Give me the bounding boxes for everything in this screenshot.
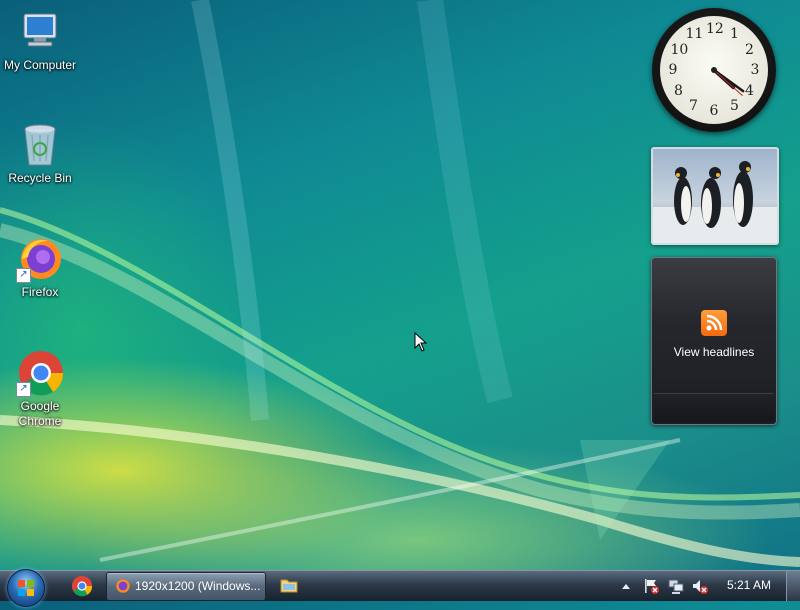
shortcut-arrow-icon: ↗ — [16, 382, 31, 397]
chevron-up-icon — [622, 584, 630, 589]
clock-number: 11 — [685, 26, 704, 43]
clock-center-pin — [711, 67, 717, 73]
clock-number: 12 — [706, 21, 724, 37]
clock-number: 6 — [709, 103, 719, 119]
chrome-icon — [71, 575, 93, 597]
network-tray-icon[interactable] — [667, 577, 685, 595]
view-headlines-link[interactable]: View headlines — [652, 345, 776, 359]
clock-number: 3 — [750, 62, 760, 78]
desktop-icon-label: Google Chrome — [18, 399, 62, 428]
desktop-icon-my-computer[interactable]: My Computer — [0, 8, 82, 73]
penguins-photo — [653, 161, 777, 243]
rss-icon — [701, 310, 727, 336]
clock-number: 5 — [730, 97, 739, 114]
desktop-icon-firefox[interactable]: ↗ Firefox — [0, 235, 82, 300]
clock-minute-hand — [712, 68, 745, 93]
desktop-icon-label: Firefox — [21, 285, 59, 299]
clock-gadget[interactable]: 12 1 2 3 4 5 6 7 8 9 10 11 — [652, 8, 776, 132]
clock-number: 4 — [745, 82, 754, 99]
clock-number: 1 — [730, 26, 739, 43]
taskbar-button-firefox[interactable]: 1920x1200 (Windows... — [106, 572, 266, 601]
taskbar: 1920x1200 (Windows... 5:21 AM — [0, 569, 800, 607]
recycle-bin-icon — [16, 121, 64, 169]
show-desktop-button[interactable] — [786, 571, 800, 601]
quick-launch-chrome[interactable] — [71, 575, 93, 597]
desktop-icon-recycle-bin[interactable]: Recycle Bin — [0, 121, 82, 186]
action-center-tray-icon[interactable] — [642, 577, 660, 595]
clock-number: 8 — [674, 82, 683, 99]
feed-gadget-footer — [654, 393, 774, 422]
volume-tray-icon[interactable] — [691, 577, 709, 595]
firefox-icon: ↗ — [16, 235, 64, 283]
computer-icon — [16, 8, 64, 56]
start-orb-icon — [18, 580, 34, 596]
chrome-icon: ↗ — [16, 349, 64, 397]
firefox-icon — [116, 579, 130, 593]
clock-number: 2 — [745, 41, 754, 58]
show-hidden-icons-button[interactable] — [618, 578, 636, 596]
mouse-cursor-icon — [414, 332, 428, 352]
desktop-icon-google-chrome[interactable]: ↗ Google Chrome — [0, 349, 82, 429]
start-button[interactable] — [7, 569, 45, 607]
network-icon — [668, 579, 684, 594]
clock-number: 7 — [689, 97, 698, 114]
shortcut-arrow-icon: ↗ — [16, 268, 31, 283]
clock-number: 10 — [670, 41, 689, 58]
folder-icon — [280, 579, 298, 593]
action-center-flag-icon — [645, 579, 659, 594]
feed-headlines-gadget[interactable]: View headlines — [651, 257, 777, 425]
clock-second-hand — [713, 69, 743, 96]
taskbar-button-label: 1920x1200 (Windows... — [135, 579, 261, 593]
desktop-icon-label: My Computer — [3, 58, 77, 72]
clock-face: 12 1 2 3 4 5 6 7 8 9 10 11 — [660, 16, 768, 124]
taskbar-folder-button[interactable] — [279, 575, 301, 597]
taskbar-clock[interactable]: 5:21 AM — [712, 578, 786, 592]
clock-number: 9 — [668, 62, 678, 78]
desktop-icon-label: Recycle Bin — [8, 171, 72, 185]
slideshow-gadget[interactable] — [651, 147, 779, 245]
volume-muted-icon — [693, 580, 708, 594]
